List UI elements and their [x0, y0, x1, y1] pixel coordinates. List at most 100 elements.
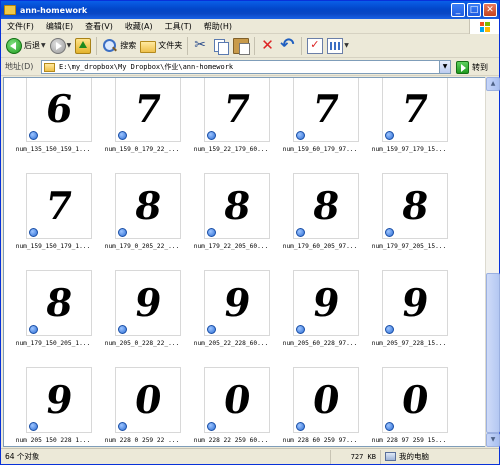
file-name[interactable]: num_179_97_205_15... — [363, 243, 455, 250]
file-thumbnail[interactable]: 0 — [115, 367, 181, 433]
file-thumbnail[interactable]: 8 — [26, 270, 92, 336]
file-name[interactable]: num_179_0_205_22_... — [96, 243, 188, 250]
file-thumbnail[interactable]: 0 — [382, 367, 448, 433]
chevron-down-icon[interactable]: ▼ — [67, 42, 72, 49]
file-thumbnail[interactable]: 0 — [204, 367, 270, 433]
vertical-scrollbar[interactable]: ▲ ▼ — [485, 77, 500, 447]
file-thumbnail[interactable]: 8 — [204, 173, 270, 239]
close-button[interactable]: ✕ — [483, 3, 497, 17]
copy-icon — [213, 38, 230, 55]
file-item[interactable]: 0 num 228 22 259 60... — [185, 367, 277, 446]
file-item[interactable]: 9 num_205_0_228_22_... — [96, 270, 188, 362]
menu-tools[interactable]: 工具(T) — [159, 21, 198, 32]
minimize-button[interactable]: _ — [451, 3, 465, 17]
file-item[interactable]: 9 num 205 150 228 1... — [7, 367, 99, 446]
file-thumbnail[interactable]: 8 — [293, 173, 359, 239]
file-item[interactable]: 8 num_179_22_205_60... — [185, 173, 277, 265]
file-item[interactable]: 0 num 228 60 259 97... — [274, 367, 366, 446]
file-thumbnail[interactable]: 9 — [293, 270, 359, 336]
file-name[interactable]: num_135_150_159_1... — [7, 146, 99, 153]
menu-file[interactable]: 文件(F) — [1, 21, 40, 32]
title-bar[interactable]: ann-homework _ □ ✕ — [1, 1, 499, 19]
file-item[interactable]: 6 num_135_150_159_1... — [7, 78, 99, 168]
file-item[interactable]: 9 num_205_97_228_15... — [363, 270, 455, 362]
file-name[interactable]: num_179_150_205_1... — [7, 340, 99, 347]
file-item[interactable]: 8 num_179_97_205_15... — [363, 173, 455, 265]
file-name[interactable]: num_205_0_228_22_... — [96, 340, 188, 347]
menu-favorites[interactable]: 收藏(A) — [119, 21, 159, 32]
file-name[interactable]: num_159_150_179_1... — [7, 243, 99, 250]
views-button[interactable]: ▼ — [325, 36, 351, 56]
file-name[interactable]: num 205 150 228 1... — [7, 437, 99, 444]
menu-view[interactable]: 查看(V) — [79, 21, 119, 32]
file-name[interactable]: num_159_22_179_60... — [185, 146, 277, 153]
file-name[interactable]: num_205_97_228_15... — [363, 340, 455, 347]
file-item[interactable]: 7 num_159_150_179_1... — [7, 173, 99, 265]
file-thumbnail[interactable]: 7 — [115, 78, 181, 142]
file-thumbnail[interactable]: 0 — [293, 367, 359, 433]
cut-icon — [193, 37, 209, 54]
file-item[interactable]: 9 num_205_22_228_60... — [185, 270, 277, 362]
file-name[interactable]: num_179_22_205_60... — [185, 243, 277, 250]
folders-button[interactable]: 文件夹 — [138, 36, 184, 56]
file-item[interactable]: 0 num 228 0 259 22 ... — [96, 367, 188, 446]
file-name[interactable]: num_179_60_205_97... — [274, 243, 366, 250]
paste-button[interactable] — [231, 36, 251, 56]
file-name[interactable]: num_159_60_179_97... — [274, 146, 366, 153]
go-button[interactable]: 转到 — [456, 59, 488, 75]
address-value[interactable]: E:\my_dropbox\My Dropbox\作业\ann-homework — [59, 62, 233, 72]
file-name[interactable]: num_205_22_228_60... — [185, 340, 277, 347]
file-item[interactable]: 0 num 228 97 259 15... — [363, 367, 455, 446]
file-item[interactable]: 8 num_179_0_205_22_... — [96, 173, 188, 265]
file-name[interactable]: num_205_60_228_97... — [274, 340, 366, 347]
search-icon — [102, 38, 118, 54]
file-thumbnail[interactable]: 7 — [382, 78, 448, 142]
search-label: 搜索 — [120, 41, 137, 50]
file-thumbnail[interactable]: 8 — [382, 173, 448, 239]
file-item[interactable]: 7 num_159_60_179_97... — [274, 78, 366, 168]
up-button[interactable] — [73, 36, 93, 56]
file-thumbnail[interactable]: 7 — [204, 78, 270, 142]
file-item[interactable]: 7 num_159_0_179_22_... — [96, 78, 188, 168]
copy-button[interactable] — [211, 36, 231, 56]
file-name[interactable]: num_159_0_179_22_... — [96, 146, 188, 153]
menu-help[interactable]: 帮助(H) — [198, 21, 238, 32]
file-item[interactable]: 7 num_159_22_179_60... — [185, 78, 277, 168]
file-thumbnail[interactable]: 8 — [115, 173, 181, 239]
properties-button[interactable] — [305, 36, 325, 56]
file-name[interactable]: num 228 0 259 22 ... — [96, 437, 188, 444]
handwritten-digit: 9 — [398, 280, 432, 325]
file-thumbnail[interactable]: 9 — [204, 270, 270, 336]
file-name[interactable]: num 228 22 259 60... — [185, 437, 277, 444]
chevron-down-icon[interactable]: ▼ — [439, 61, 450, 73]
cut-button[interactable] — [191, 36, 211, 56]
file-view[interactable]: 6 num_135_150_159_1... 7 num_159_0_179_22_.… — [3, 77, 485, 447]
address-input[interactable]: E:\my_dropbox\My Dropbox\作业\ann-homework… — [41, 60, 451, 74]
undo-button[interactable] — [278, 35, 298, 56]
back-button[interactable]: 后退 ▼ — [4, 36, 48, 56]
forward-button[interactable]: ▼ — [48, 36, 74, 56]
search-button[interactable]: 搜索 — [100, 36, 138, 56]
scroll-down-button[interactable]: ▼ — [486, 433, 500, 447]
file-name[interactable]: num 228 60 259 97... — [274, 437, 366, 444]
file-thumbnail[interactable]: 9 — [382, 270, 448, 336]
file-item[interactable]: 8 num_179_150_205_1... — [7, 270, 99, 362]
handwritten-digit: 6 — [42, 86, 76, 131]
file-thumbnail[interactable]: 7 — [293, 78, 359, 142]
chevron-down-icon[interactable]: ▼ — [41, 42, 46, 49]
file-thumbnail[interactable]: 9 — [26, 367, 92, 433]
file-item[interactable]: 8 num_179_60_205_97... — [274, 173, 366, 265]
maximize-button[interactable]: □ — [467, 3, 481, 17]
file-thumbnail[interactable]: 9 — [115, 270, 181, 336]
file-name[interactable]: num 228 97 259 15... — [363, 437, 455, 444]
scroll-thumb[interactable] — [486, 273, 500, 433]
file-thumbnail[interactable]: 6 — [26, 78, 92, 142]
scroll-up-button[interactable]: ▲ — [486, 77, 500, 91]
file-item[interactable]: 7 num_159_97_179_15... — [363, 78, 455, 168]
file-name[interactable]: num_159_97_179_15... — [363, 146, 455, 153]
menu-edit[interactable]: 编辑(E) — [40, 21, 79, 32]
chevron-down-icon[interactable]: ▼ — [344, 42, 349, 49]
file-thumbnail[interactable]: 7 — [26, 173, 92, 239]
file-item[interactable]: 9 num_205_60_228_97... — [274, 270, 366, 362]
delete-button[interactable] — [258, 36, 278, 56]
